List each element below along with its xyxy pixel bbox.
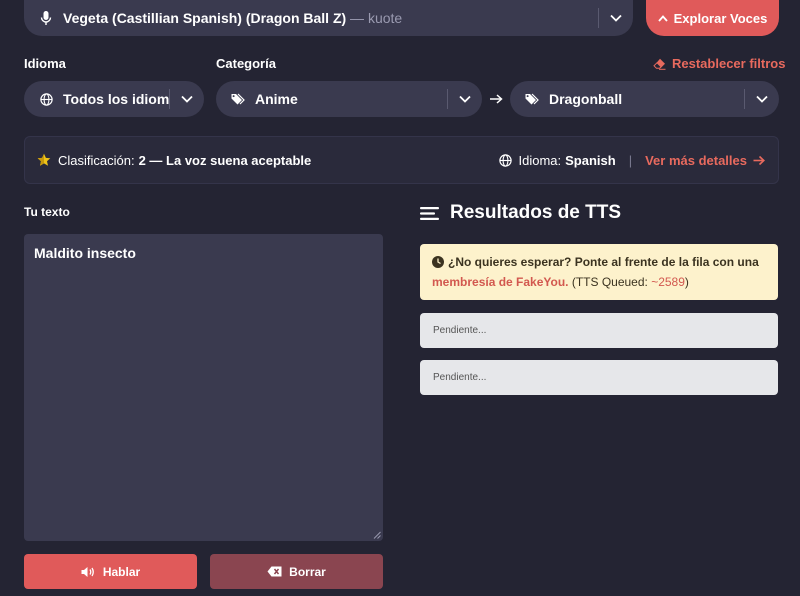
speak-button[interactable]: Hablar xyxy=(24,554,197,589)
language-select[interactable]: Todos los idiom... xyxy=(24,81,204,117)
volume-icon xyxy=(81,566,96,578)
voice-author-separator: — xyxy=(346,10,368,26)
clear-button-label: Borrar xyxy=(289,564,326,579)
pending-result-label: Pendiente... xyxy=(433,372,487,383)
explore-voices-label: Explorar Voces xyxy=(673,10,768,26)
resize-handle-icon[interactable] xyxy=(373,531,381,539)
language-filter-label: Idioma xyxy=(24,56,66,71)
chevron-up-icon xyxy=(657,14,668,22)
voice-author: kuote xyxy=(367,10,403,26)
alert-text-3: ) xyxy=(684,275,689,289)
alert-text-1: ¿No quieres esperar? Ponte al frente de … xyxy=(448,255,759,269)
speak-button-label: Hablar xyxy=(102,564,141,579)
reset-filters-label: Restablecer filtros xyxy=(672,56,786,71)
tags-icon xyxy=(230,91,246,107)
clock-icon xyxy=(432,255,444,273)
tags-icon xyxy=(524,91,540,107)
subcategory-select[interactable]: Dragonball xyxy=(510,81,779,117)
details-link[interactable]: Ver más detalles xyxy=(645,153,765,168)
details-link-label: Ver más detalles xyxy=(645,152,747,168)
membership-link[interactable]: membresía de FakeYou. xyxy=(432,275,569,289)
voice-select[interactable]: Vegeta (Castillian Spanish) (Dragon Ball… xyxy=(24,0,633,36)
category-select-value: Anime xyxy=(255,91,298,107)
tts-text-value: Maldito insecto xyxy=(34,245,136,261)
eraser-icon xyxy=(653,58,666,70)
pending-result-1: Pendiente... xyxy=(420,313,778,348)
reset-filters-link[interactable]: Restablecer filtros xyxy=(653,56,785,71)
info-separator: | xyxy=(628,152,633,168)
info-language-value: Spanish xyxy=(565,152,616,168)
list-icon xyxy=(420,206,439,221)
pending-result-label: Pendiente... xyxy=(433,325,487,336)
chevron-down-icon[interactable] xyxy=(599,0,633,36)
info-language-label: Idioma: xyxy=(518,152,562,168)
voice-info-bar: Clasificación: 2 — La voz suena aceptabl… xyxy=(24,136,779,184)
queue-count: ~2589 xyxy=(651,275,685,289)
chevron-down-icon[interactable] xyxy=(448,81,482,117)
chevron-down-icon[interactable] xyxy=(745,81,779,117)
results-title: Resultados de TTS xyxy=(450,202,622,223)
results-header: Resultados de TTS xyxy=(420,202,621,224)
globe-icon xyxy=(499,153,513,167)
star-icon xyxy=(37,153,51,167)
rating-label: Clasificación: xyxy=(58,152,135,168)
rating-value: 2 — La voz suena aceptable xyxy=(138,152,312,168)
text-input-label: Tu texto xyxy=(24,205,70,219)
globe-icon xyxy=(38,91,54,107)
alert-text-2: (TTS Queued: xyxy=(568,275,652,289)
arrow-right-icon xyxy=(489,92,503,106)
category-filter-label: Categoría xyxy=(216,56,276,71)
tts-text-input[interactable]: Maldito insecto xyxy=(24,234,383,541)
clear-button[interactable]: Borrar xyxy=(210,554,383,589)
arrow-right-icon xyxy=(753,155,765,166)
backspace-icon xyxy=(267,566,282,577)
subcategory-select-value: Dragonball xyxy=(549,91,623,107)
queue-alert: ¿No quieres esperar? Ponte al frente de … xyxy=(420,244,778,300)
voice-name: Vegeta (Castillian Spanish) (Dragon Ball… xyxy=(63,10,347,26)
chevron-down-icon[interactable] xyxy=(170,81,204,117)
voice-select-value: Vegeta (Castillian Spanish) (Dragon Ball… xyxy=(63,10,598,26)
category-select[interactable]: Anime xyxy=(216,81,482,117)
microphone-icon xyxy=(38,10,54,26)
language-select-value: Todos los idiom... xyxy=(63,91,169,107)
explore-voices-button[interactable]: Explorar Voces xyxy=(646,0,779,36)
pending-result-2: Pendiente... xyxy=(420,360,778,395)
